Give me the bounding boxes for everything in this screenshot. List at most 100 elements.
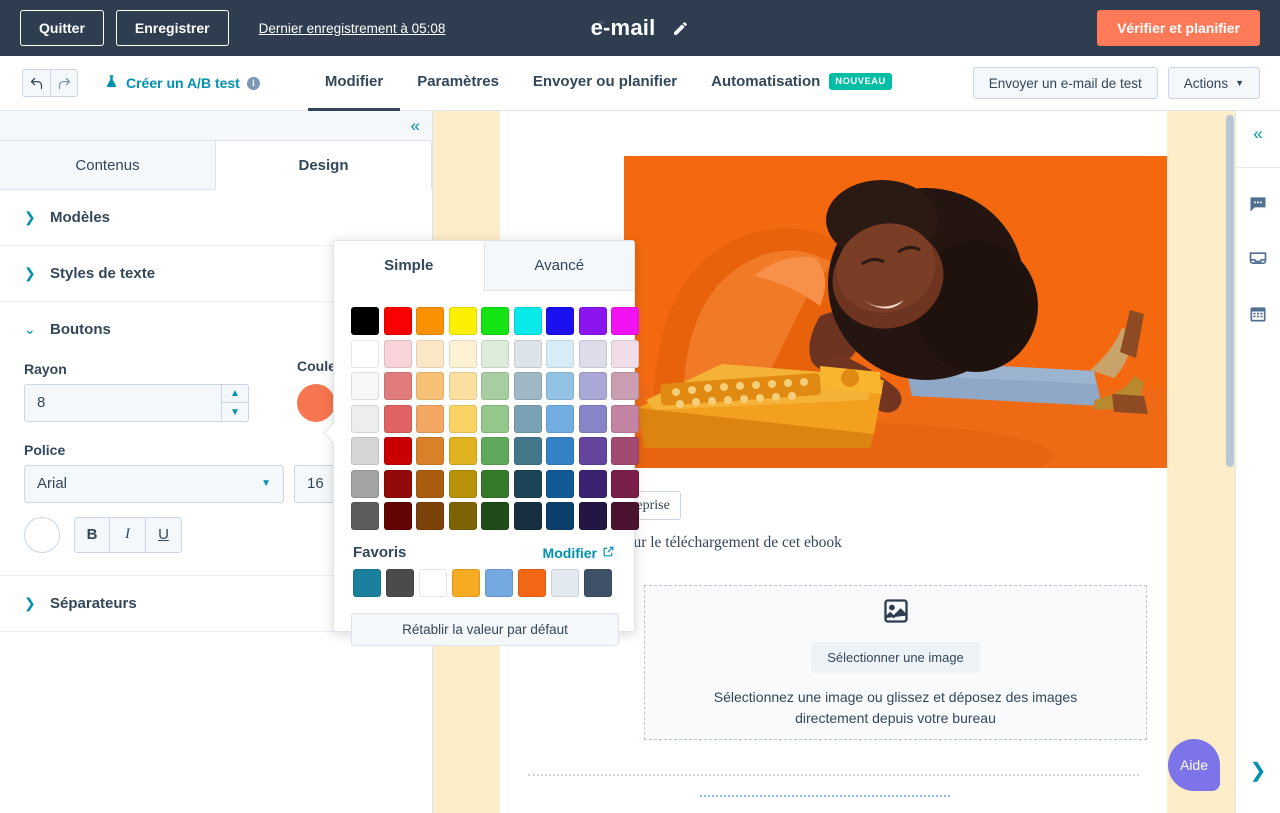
color-swatch[interactable] [351,372,379,400]
color-swatch[interactable] [384,372,412,400]
color-swatch[interactable] [416,502,444,530]
color-swatch[interactable] [546,307,574,335]
color-swatch[interactable] [416,307,444,335]
chevron-double-left-icon[interactable]: « [1253,125,1262,142]
hero-image[interactable] [624,156,1167,468]
color-swatch[interactable] [416,405,444,433]
color-swatch[interactable] [611,340,639,368]
chevron-double-left-icon[interactable]: « [411,117,420,134]
tab-design[interactable]: Design [216,141,432,190]
select-image-button[interactable]: Sélectionner une image [811,642,980,673]
radius-input[interactable] [24,384,249,422]
color-swatch[interactable] [579,437,607,465]
last-save-status[interactable]: Dernier enregistrement à 05:08 [259,21,446,36]
color-swatch[interactable] [351,502,379,530]
color-swatch[interactable] [579,372,607,400]
favorite-color-swatch[interactable] [353,569,381,597]
favorite-color-swatch[interactable] [419,569,447,597]
chevron-right-icon[interactable]: ❯ [1250,758,1267,783]
image-drop-zone[interactable]: Sélectionner une image Sélectionnez une … [644,585,1147,740]
color-swatch[interactable] [546,340,574,368]
inbox-icon[interactable] [1248,249,1268,274]
modify-favorites-link[interactable]: Modifier [543,545,615,561]
tab-automatisation[interactable]: Automatisation NOUVEAU [694,56,908,111]
color-swatch[interactable] [546,437,574,465]
color-swatch[interactable] [579,405,607,433]
reset-default-button[interactable]: Rétablir la valeur par défaut [351,613,619,646]
color-swatch[interactable] [481,307,509,335]
color-swatch[interactable] [611,502,639,530]
save-button[interactable]: Enregistrer [116,10,229,46]
color-swatch[interactable] [384,502,412,530]
send-test-email-button[interactable]: Envoyer un e-mail de test [973,67,1158,99]
text-color-swatch[interactable] [24,517,60,553]
section-modeles-header[interactable]: ❯ Modèles [24,190,408,245]
italic-button[interactable]: I [110,517,146,553]
color-swatch[interactable] [611,437,639,465]
color-swatch[interactable] [351,437,379,465]
favorite-color-swatch[interactable] [452,569,480,597]
help-button[interactable]: Aide [1168,739,1220,791]
color-swatch[interactable] [481,340,509,368]
color-swatch[interactable] [481,470,509,498]
color-swatch[interactable] [611,470,639,498]
redo-icon[interactable] [50,69,78,97]
color-swatch[interactable] [514,307,542,335]
comment-icon[interactable] [1248,194,1268,219]
color-swatch[interactable] [481,405,509,433]
verify-and-schedule-button[interactable]: Vérifier et planifier [1097,10,1260,46]
color-swatch[interactable] [514,340,542,368]
favorite-color-swatch[interactable] [518,569,546,597]
color-swatch[interactable] [351,405,379,433]
tab-contenus[interactable]: Contenus [0,141,216,190]
color-swatch[interactable] [384,340,412,368]
pencil-icon[interactable] [671,19,689,37]
color-swatch[interactable] [449,502,477,530]
quit-button[interactable]: Quitter [20,10,104,46]
color-swatch[interactable] [449,372,477,400]
favorite-color-swatch[interactable] [485,569,513,597]
color-swatch[interactable] [416,437,444,465]
color-swatch[interactable] [514,405,542,433]
favorite-color-swatch[interactable] [584,569,612,597]
color-swatch[interactable] [449,405,477,433]
favorite-color-swatch[interactable] [551,569,579,597]
color-swatch[interactable] [384,437,412,465]
color-swatch[interactable] [416,470,444,498]
color-swatch[interactable] [546,502,574,530]
chevron-down-icon[interactable]: ▼ [222,402,248,421]
color-swatch[interactable] [579,502,607,530]
color-swatch[interactable] [384,307,412,335]
color-swatch[interactable] [546,405,574,433]
favorite-color-swatch[interactable] [386,569,414,597]
color-swatch[interactable] [514,437,542,465]
color-swatch[interactable] [416,372,444,400]
button-color-swatch[interactable] [297,384,335,422]
color-swatch[interactable] [481,502,509,530]
color-swatch[interactable] [579,307,607,335]
color-swatch[interactable] [546,470,574,498]
color-swatch[interactable] [514,502,542,530]
color-swatch[interactable] [481,437,509,465]
color-swatch[interactable] [514,470,542,498]
font-family-select[interactable]: Arial ▼ [24,465,284,503]
color-swatch[interactable] [579,340,607,368]
bold-button[interactable]: B [74,517,110,553]
canvas-scrollbar[interactable] [1226,115,1234,467]
color-swatch[interactable] [449,307,477,335]
actions-button[interactable]: Actions ▼ [1168,67,1260,99]
create-ab-test-link[interactable]: Créer un A/B test i [104,73,260,93]
color-swatch[interactable] [351,340,379,368]
color-swatch[interactable] [514,372,542,400]
color-swatch[interactable] [611,307,639,335]
color-swatch[interactable] [416,340,444,368]
color-swatch[interactable] [384,470,412,498]
tab-parametres[interactable]: Paramètres [400,56,516,111]
color-swatch[interactable] [611,372,639,400]
color-swatch[interactable] [579,470,607,498]
color-swatch[interactable] [611,405,639,433]
color-swatch[interactable] [481,372,509,400]
underline-button[interactable]: U [146,517,182,553]
tab-modifier[interactable]: Modifier [308,56,400,111]
tab-avance[interactable]: Avancé [484,241,635,291]
